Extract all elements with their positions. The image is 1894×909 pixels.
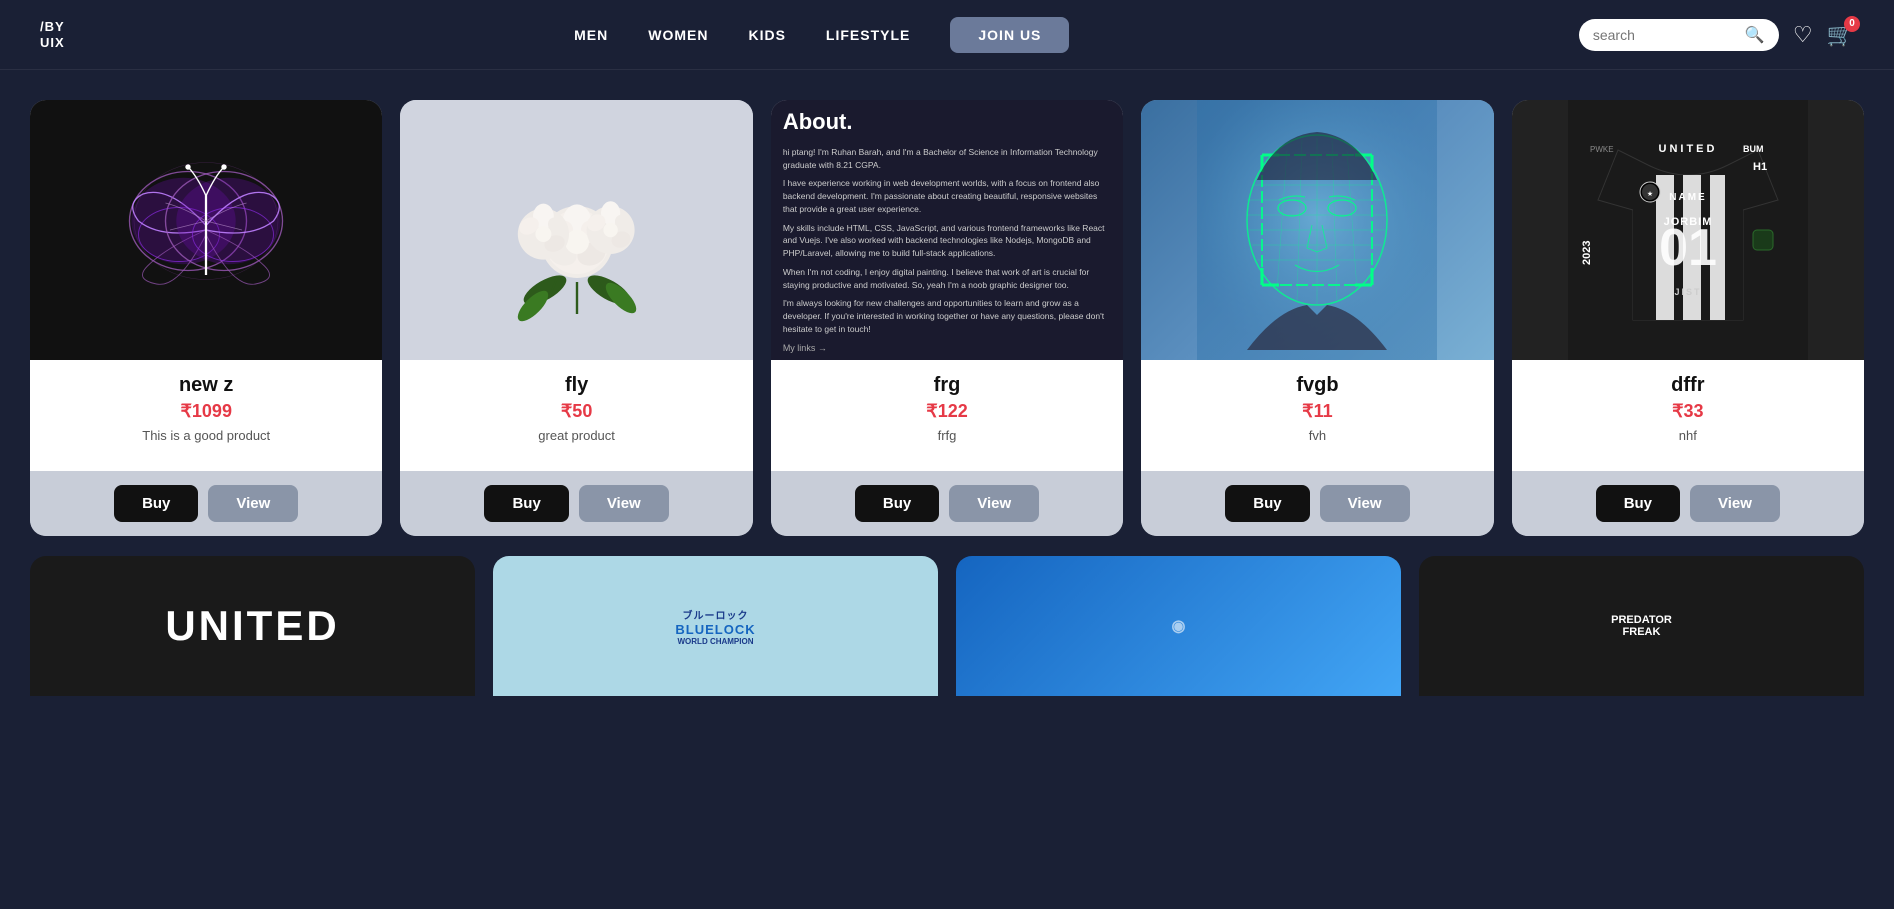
product-price-fvgb: ₹11 (1302, 401, 1332, 422)
svg-text:JIST: JIST (1674, 287, 1701, 297)
buy-button-fly[interactable]: Buy (484, 485, 568, 522)
buy-button-dffr[interactable]: Buy (1596, 485, 1680, 522)
search-box[interactable]: 🔍 (1579, 19, 1779, 51)
product-desc-dffr: nhf (1679, 428, 1697, 443)
product-card-fly: fly ₹50 great product Buy View (400, 100, 752, 536)
face-mesh-svg (1197, 100, 1437, 360)
product-card-dffr: 01 NAME JORBIM H1 2023 UNITED BUM JIST (1512, 100, 1864, 536)
jersey-svg: 01 NAME JORBIM H1 2023 UNITED BUM JIST (1568, 100, 1808, 360)
heart-icon: ♡ (1793, 22, 1813, 47)
product-card-footer-dffr: Buy View (1512, 471, 1864, 536)
brand-logo[interactable]: /BY UIX (40, 19, 65, 50)
nav-women[interactable]: WOMEN (648, 27, 708, 43)
svg-text:★: ★ (1647, 190, 1653, 198)
product-card-partial-blue: ◉ (956, 556, 1401, 696)
nav-men[interactable]: MEN (574, 27, 608, 43)
svg-text:H1: H1 (1753, 161, 1767, 173)
united-text: UNITED (165, 602, 339, 650)
product-title-frg: frg (934, 374, 961, 397)
nav-kids[interactable]: KIDS (748, 27, 785, 43)
product-desc-fvgb: fvh (1309, 428, 1326, 443)
product-card-partial-united: UNITED (30, 556, 475, 696)
product-title-new-z: new z (179, 374, 233, 397)
buy-button-fvgb[interactable]: Buy (1225, 485, 1309, 522)
product-desc-fly: great product (538, 428, 615, 443)
product-card-footer-fly: Buy View (400, 471, 752, 536)
search-input[interactable] (1593, 27, 1739, 43)
buy-button-frg[interactable]: Buy (855, 485, 939, 522)
navbar: /BY UIX MEN WOMEN KIDS LIFESTYLE JOIN US… (0, 0, 1894, 70)
wishlist-button[interactable]: ♡ (1793, 22, 1813, 48)
product-title-dffr: dffr (1671, 374, 1704, 397)
product-price-dffr: ₹33 (1672, 401, 1703, 422)
product-title-fvgb: fvgb (1296, 374, 1338, 397)
svg-text:NAME: NAME (1669, 192, 1706, 203)
product-price-new-z: ₹1099 (180, 401, 232, 422)
product-card-fvgb: fvgb ₹11 fvh Buy View (1141, 100, 1493, 536)
cart-button[interactable]: 🛒 0 (1827, 22, 1854, 48)
buy-button-new-z[interactable]: Buy (114, 485, 198, 522)
butterfly-svg (116, 140, 296, 320)
about-content: About. hi ptang! I'm Ruhan Barah, and I'… (783, 105, 1111, 355)
product-row-2: UNITED ブルーロック BLUELOCK WORLD CHAMPION ◉ … (30, 556, 1864, 696)
product-price-frg: ₹122 (926, 401, 967, 422)
view-button-fvgb[interactable]: View (1320, 485, 1410, 522)
product-price-fly: ₹50 (561, 401, 592, 422)
product-image-fly (400, 100, 752, 360)
product-card-body-new-z: new z ₹1099 This is a good product (30, 360, 382, 471)
nav-lifestyle[interactable]: LIFESTYLE (826, 27, 910, 43)
navbar-right: 🔍 ♡ 🛒 0 (1579, 19, 1854, 51)
product-image-new-z (30, 100, 382, 360)
product-desc-new-z: This is a good product (142, 428, 270, 443)
view-button-new-z[interactable]: View (208, 485, 298, 522)
product-card-body-dffr: dffr ₹33 nhf (1512, 360, 1864, 471)
product-image-frg: About. hi ptang! I'm Ruhan Barah, and I'… (771, 100, 1123, 360)
product-card-body-frg: frg ₹122 frfg (771, 360, 1123, 471)
product-card-body-fvgb: fvgb ₹11 fvh (1141, 360, 1493, 471)
product-image-dffr: 01 NAME JORBIM H1 2023 UNITED BUM JIST (1512, 100, 1864, 360)
cart-badge: 0 (1844, 16, 1860, 32)
roses-svg (497, 130, 657, 330)
product-desc-frg: frfg (938, 428, 957, 443)
product-card-footer-fvgb: Buy View (1141, 471, 1493, 536)
search-icon: 🔍 (1745, 25, 1765, 45)
svg-text:2023: 2023 (1581, 241, 1593, 265)
view-button-fly[interactable]: View (579, 485, 669, 522)
product-row-1: new z ₹1099 This is a good product Buy V… (30, 100, 1864, 536)
product-card-partial-tshirt: PREDATORFREAK (1419, 556, 1864, 696)
product-card-footer-frg: Buy View (771, 471, 1123, 536)
product-card-footer-new-z: Buy View (30, 471, 382, 536)
view-button-dffr[interactable]: View (1690, 485, 1780, 522)
product-card-frg: About. hi ptang! I'm Ruhan Barah, and I'… (771, 100, 1123, 536)
product-title-fly: fly (565, 374, 588, 397)
product-card-partial-bluelock: ブルーロック BLUELOCK WORLD CHAMPION (493, 556, 938, 696)
main-content: new z ₹1099 This is a good product Buy V… (0, 70, 1894, 736)
svg-text:UNITED: UNITED (1658, 143, 1717, 155)
nav-join-us[interactable]: JOIN US (950, 17, 1069, 53)
view-button-frg[interactable]: View (949, 485, 1039, 522)
main-nav: MEN WOMEN KIDS LIFESTYLE JOIN US (574, 17, 1069, 53)
svg-text:JORBIM: JORBIM (1663, 216, 1712, 228)
svg-text:PWKE: PWKE (1590, 145, 1614, 154)
svg-text:BUM: BUM (1743, 144, 1764, 154)
product-image-fvgb (1141, 100, 1493, 360)
face-scan-container (1141, 100, 1493, 360)
product-card-new-z: new z ₹1099 This is a good product Buy V… (30, 100, 382, 536)
product-card-body-fly: fly ₹50 great product (400, 360, 752, 471)
